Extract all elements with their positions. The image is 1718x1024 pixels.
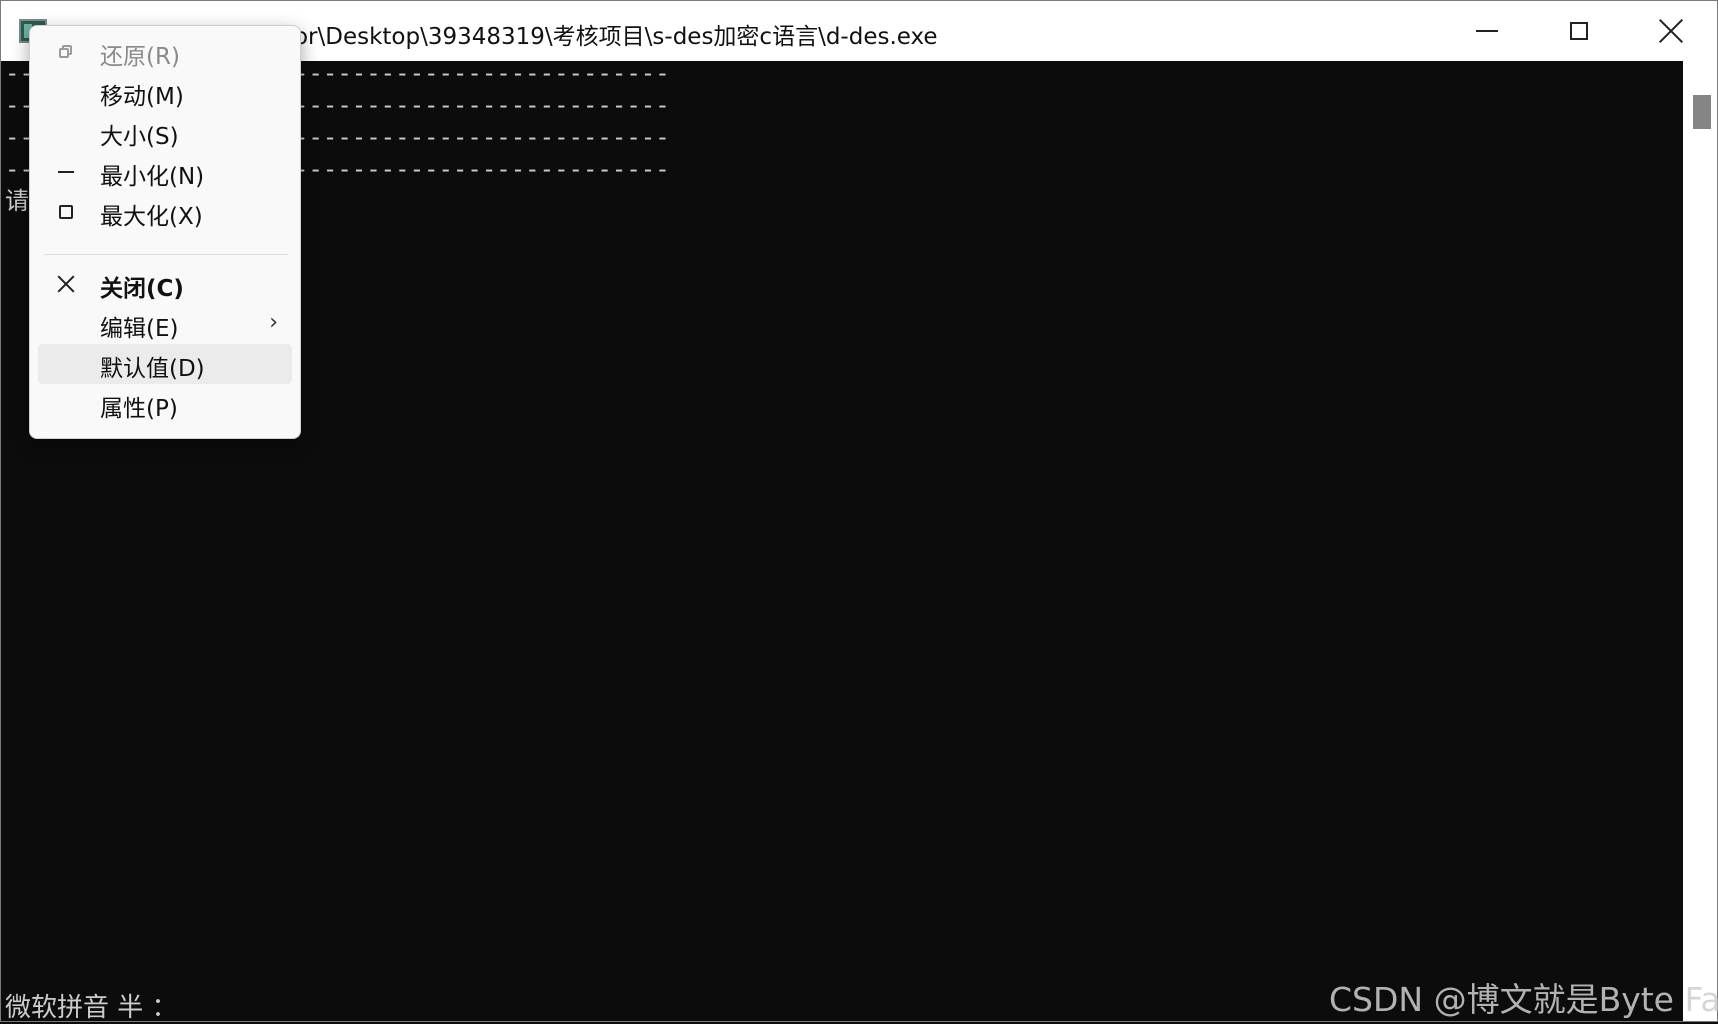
- minimize-button[interactable]: [1441, 1, 1533, 61]
- menu-item-move[interactable]: 移动(M): [38, 72, 292, 112]
- menu-item-minimize[interactable]: 最小化(N): [38, 152, 292, 192]
- menu-item-restore[interactable]: 还原(R): [38, 32, 292, 72]
- close-icon: [54, 272, 78, 296]
- console-window: C:\Users\Administrator\Desktop\39348319\…: [0, 0, 1718, 1023]
- maximize-icon: [54, 200, 78, 224]
- maximize-button[interactable]: [1533, 1, 1625, 61]
- maximize-icon: [1570, 22, 1588, 40]
- menu-item-label: 默认值(D): [100, 356, 205, 382]
- close-button[interactable]: [1625, 1, 1717, 61]
- close-icon: [1659, 19, 1683, 43]
- menu-item-edit[interactable]: 编辑(E) ›: [38, 304, 292, 344]
- menu-item-label: 编辑(E): [100, 316, 179, 342]
- menu-item-label: 还原(R): [100, 44, 180, 70]
- chevron-right-icon: ›: [269, 310, 278, 335]
- input-prompt: 请: [5, 187, 29, 215]
- scroll-thumb[interactable]: [1693, 95, 1711, 129]
- vertical-scrollbar[interactable]: [1683, 61, 1717, 1021]
- minimize-icon: [54, 160, 78, 184]
- restore-icon: [54, 40, 78, 64]
- menu-item-maximize[interactable]: 最大化(X): [38, 192, 292, 232]
- menu-item-label: 移动(M): [100, 84, 184, 110]
- system-menu: 还原(R) 移动(M) 大小(S) 最小化(N) 最大化(X) 关闭(C) 编辑…: [29, 25, 301, 439]
- menu-item-properties[interactable]: 属性(P): [38, 384, 292, 424]
- minimize-icon: [1476, 30, 1498, 32]
- menu-separator: [44, 254, 288, 255]
- watermark: CSDN @博文就是Byte Fan: [1329, 980, 1718, 1019]
- menu-item-label: 关闭(C): [100, 276, 184, 302]
- ime-status-text: 微软拼音 半 ：: [5, 993, 178, 1023]
- menu-item-label: 属性(P): [100, 396, 178, 422]
- menu-item-defaults[interactable]: 默认值(D): [38, 344, 292, 384]
- menu-item-label: 最小化(N): [100, 164, 205, 190]
- menu-item-label: 最大化(X): [100, 204, 203, 230]
- menu-item-label: 大小(S): [100, 124, 179, 150]
- menu-item-close[interactable]: 关闭(C): [38, 264, 292, 304]
- menu-item-size[interactable]: 大小(S): [38, 112, 292, 152]
